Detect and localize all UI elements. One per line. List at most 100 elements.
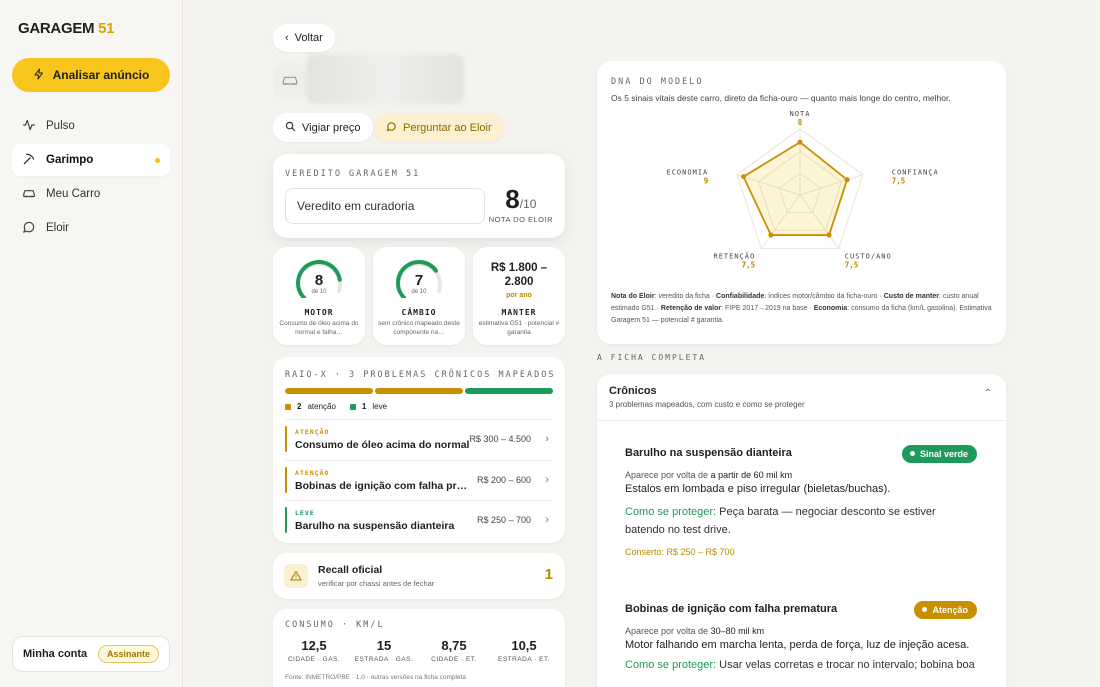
severity-bar — [285, 388, 553, 394]
dna-radar-chart: NOTA8CONFIANÇA7,5CUSTO/ANO7,5RETENÇÃO7,5… — [667, 110, 939, 269]
maintenance-desc: estimativa G51 · potencial # garantia — [478, 320, 560, 336]
back-button[interactable]: ‹ Voltar — [273, 24, 335, 52]
recall-title: Recall oficial — [318, 564, 383, 576]
logo-number: 51 — [98, 20, 115, 37]
sidebar-item-garimpo[interactable]: Garimpo — [12, 144, 170, 176]
appears-at: Aparece por volta de a partir de 60 mil … — [625, 470, 977, 480]
consumption-label: CIDADE · ET. — [431, 656, 477, 663]
issue-name: Bobinas de ignição com falha prematura — [295, 480, 471, 492]
sidebar-item-label: Eloir — [46, 222, 70, 234]
consumption-value: 15 — [376, 638, 392, 653]
severity-stripe — [285, 507, 287, 533]
chevron-right-icon: › — [545, 433, 549, 445]
appears-at: Aparece por volta de 30–80 mil km — [625, 626, 977, 636]
section-sub: 3 problemas mapeados, com custo e como s… — [609, 400, 805, 409]
consumption-value: 8,75 — [441, 638, 467, 653]
score-value: 8 — [505, 184, 520, 214]
chevron-right-icon: › — [545, 514, 549, 526]
chronic-issues-header[interactable]: Crônicos 3 problemas mapeados, com custo… — [597, 374, 1006, 421]
vehicle-title-redacted — [306, 54, 464, 104]
motor-card[interactable]: 8 de 10 MOTOR Consumo de óleo acima do n… — [273, 247, 365, 345]
score-label: NOTA DO ELOIR — [488, 215, 553, 224]
appears-value: 30–80 mil km — [710, 626, 765, 636]
protect-advice: Como se proteger: Usar velas corretas e … — [625, 657, 977, 675]
issue-row[interactable]: LEVE Barulho na suspensão dianteira R$ 2… — [285, 500, 553, 540]
consumption-value: 12,5 — [301, 638, 327, 653]
light-swatch — [349, 403, 356, 410]
chronic-item: Bobinas de ignição com falha prematura A… — [625, 601, 977, 675]
watch-price-label: Vigiar preço — [302, 121, 361, 134]
consumption-label: ESTRADA · GAS. — [354, 656, 414, 663]
note-term: Economia — [813, 304, 848, 312]
radar-axis-value: 8 — [798, 118, 803, 127]
attention-count: 2 — [297, 402, 302, 411]
dna-sub: Os 5 sinais vitais deste carro, direto d… — [611, 93, 951, 103]
cambio-score: 7 — [414, 272, 424, 289]
xray-card: RAIO-X · 3 PROBLEMAS CRÔNICOS MAPEADOS 2… — [273, 357, 565, 543]
ask-eloir-button[interactable]: Perguntar ao Eloir — [374, 113, 504, 142]
radar-axis-label: NOTA — [790, 110, 811, 118]
radar-point — [797, 139, 803, 145]
pulse-icon — [22, 118, 36, 135]
account-label: Minha conta — [23, 648, 88, 660]
radar-axis-value: 7,5 — [892, 177, 906, 186]
bolt-icon — [33, 68, 45, 83]
recall-sub: verificar por chassi antes de fechar — [318, 579, 435, 588]
account-button[interactable]: Minha conta Assinante — [12, 636, 170, 672]
consumption-header: CONSUMO · KM/L — [285, 620, 385, 630]
protect-text: Usar velas corretas e trocar no interval… — [716, 659, 975, 671]
sidebar-item-label: Garimpo — [46, 154, 94, 166]
pickaxe-icon — [22, 152, 36, 169]
logo[interactable]: GARAGEM 51 — [18, 20, 115, 37]
consumption-footer: Fonte: INMETRO/PBE · 1.0 · outras versõe… — [285, 674, 466, 681]
watch-price-button[interactable]: Vigiar preço — [273, 113, 373, 142]
search-icon — [285, 121, 296, 135]
vehicle-thumbnail — [273, 63, 306, 99]
note-term: Confiabilidade — [716, 293, 765, 300]
radar-axis-label: CONFIANÇA — [892, 169, 939, 177]
full-sheet-label: A FICHA COMPLETA — [597, 353, 707, 362]
chronic-item: Barulho na suspensão dianteira Sinal ver… — [625, 445, 977, 557]
issue-row[interactable]: ATENÇÃO Bobinas de ignição com falha pre… — [285, 460, 553, 500]
protect-label: Como se proteger: — [625, 659, 717, 671]
sidebar-item-pulso[interactable]: Pulso — [12, 110, 170, 142]
radar-axis-value: 7,5 — [742, 260, 756, 269]
consumption-item: 15 ESTRADA · GAS. — [349, 638, 419, 663]
radar-point — [741, 174, 747, 180]
maintenance-cost-card[interactable]: R$ 1.800 – 2.800 por ano MANTER estimati… — [473, 247, 565, 345]
cambio-title: CÂMBIO — [401, 308, 437, 317]
recall-card[interactable]: Recall oficial verificar por chassi ante… — [273, 553, 565, 599]
sidebar-item-label: Pulso — [46, 120, 75, 132]
chronic-issues-panel: Crônicos 3 problemas mapeados, com custo… — [597, 374, 1006, 687]
light-count: 1 — [361, 402, 367, 411]
eloir-score: 8/10 NOTA DO ELOIR — [489, 184, 553, 224]
consumption-label: ESTRADA · ET. — [497, 656, 550, 663]
symptoms: Estalos em lombada e piso irregular (bie… — [625, 483, 891, 495]
consumption-item: 12,5 CIDADE · GAS. — [279, 638, 349, 663]
note-text: : FIPE 2017→2019 na base · — [721, 304, 814, 312]
sidebar-nav: Pulso Garimpo Meu Carro Eloir — [12, 110, 170, 246]
chevron-left-icon: ‹ — [285, 32, 289, 44]
motor-title: MOTOR — [304, 308, 334, 317]
issue-severity: LEVE — [295, 509, 315, 517]
analyze-ad-button[interactable]: Analisar anúncio — [12, 58, 170, 92]
motor-score-den: de 10 — [311, 289, 327, 295]
issue-name: Barulho na suspensão dianteira — [295, 520, 455, 532]
attention-swatch — [285, 403, 291, 410]
protect-label: Como se proteger: — [625, 506, 717, 518]
chevron-up-icon[interactable]: ⌃ — [984, 388, 992, 399]
chat-bubble-icon — [386, 121, 397, 135]
cambio-card[interactable]: 7 de 10 CÂMBIO sem crônico mapeado deste… — [373, 247, 465, 345]
sidebar-item-meu-carro[interactable]: Meu Carro — [12, 178, 170, 210]
severity-segment-attention — [285, 388, 373, 394]
score-denominator: /10 — [519, 197, 537, 211]
radar-point — [844, 177, 850, 183]
motor-desc: Consumo de óleo acima do normal e falha… — [279, 320, 359, 336]
ask-eloir-label: Perguntar ao Eloir — [403, 121, 492, 134]
cambio-desc: sem crônico mapeado deste componente na… — [378, 320, 460, 336]
issue-cost: R$ 300 – 4.500 — [469, 434, 531, 444]
appears-prefix: Aparece por volta de — [625, 470, 711, 480]
sidebar-item-eloir[interactable]: Eloir — [12, 212, 170, 244]
issue-row[interactable]: ATENÇÃO Consumo de óleo acima do normal … — [285, 419, 553, 459]
severity-segment-attention — [375, 388, 463, 394]
